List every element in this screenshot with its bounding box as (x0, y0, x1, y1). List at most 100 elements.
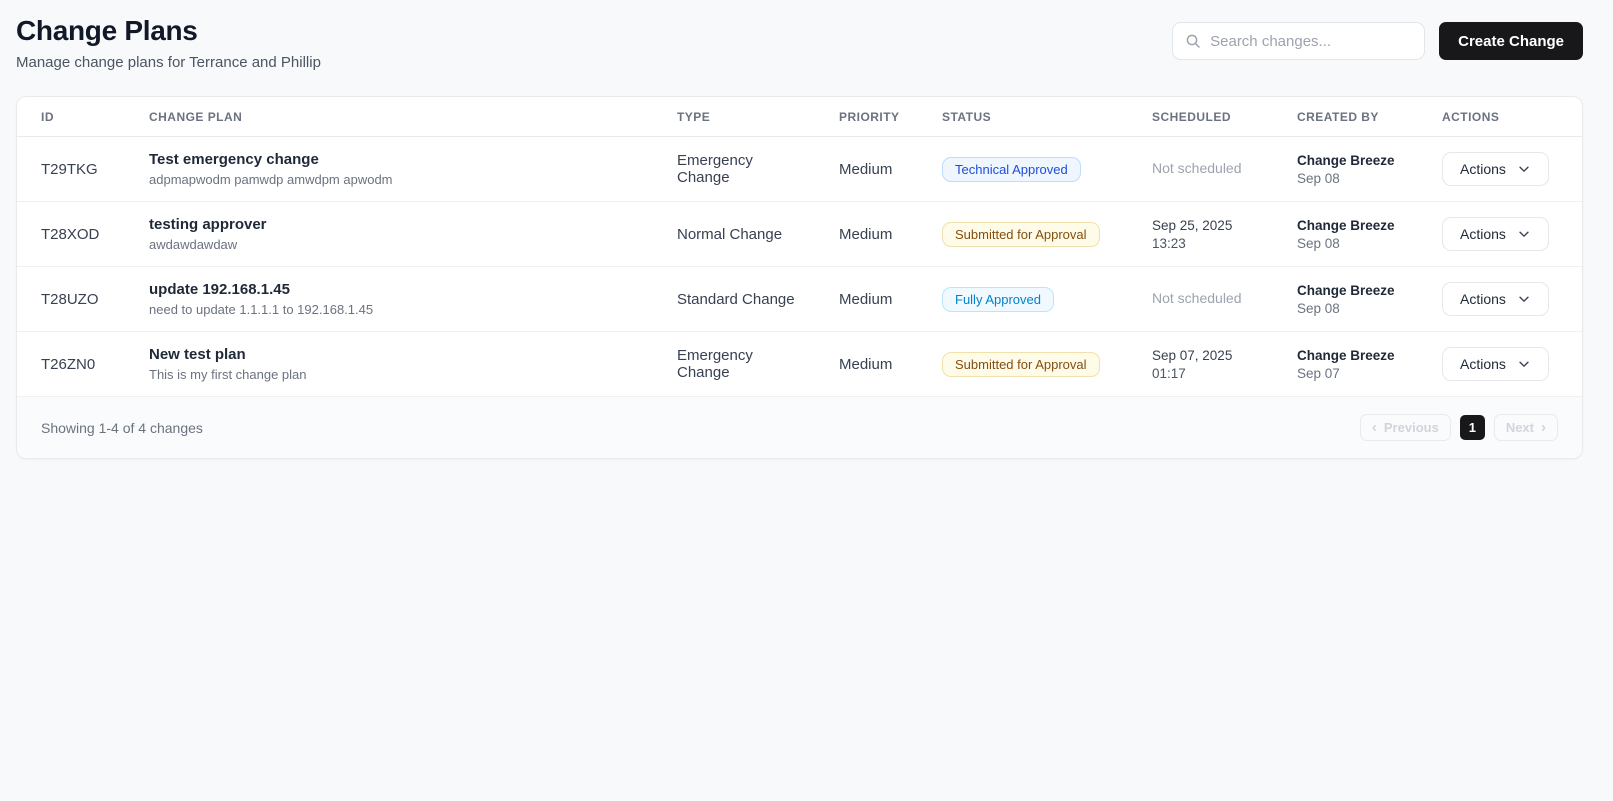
chevron-left-icon: ‹ (1371, 419, 1377, 436)
results-summary: Showing 1-4 of 4 changes (41, 419, 203, 436)
row-type: Normal Change (661, 201, 823, 267)
row-id: T29TKG (17, 136, 133, 202)
column-header-id: ID (17, 97, 133, 137)
actions-button[interactable]: Actions (1442, 347, 1549, 381)
status-badge: Fully Approved (942, 286, 1054, 312)
plan-description: adpmapwodm pamwdp amwdpm apwodm (149, 172, 393, 187)
created-date: Sep 08 (1297, 235, 1340, 251)
row-scheduled-cell: Not scheduled (1136, 136, 1281, 202)
create-change-button[interactable]: Create Change (1439, 22, 1583, 60)
chevron-down-icon (1517, 162, 1531, 176)
actions-button-label: Actions (1460, 161, 1506, 177)
scheduled-time: 01:17 (1152, 365, 1186, 381)
scheduled-time: 13:23 (1152, 235, 1186, 251)
created-by-name: Change Breeze (1297, 282, 1395, 298)
created-date: Sep 08 (1297, 300, 1340, 316)
actions-button[interactable]: Actions (1442, 217, 1549, 251)
page-subtitle: Manage change plans for Terrance and Phi… (16, 54, 321, 71)
row-type: Emergency Change (661, 136, 823, 202)
next-page-label: Next (1505, 420, 1534, 435)
plan-description: need to update 1.1.1.1 to 192.168.1.45 (149, 302, 374, 317)
row-status-cell: Technical Approved (926, 136, 1136, 202)
actions-button-label: Actions (1460, 291, 1506, 307)
actions-button-label: Actions (1460, 356, 1506, 372)
row-id: T26ZN0 (41, 355, 96, 373)
table-footer: Showing 1-4 of 4 changes ‹ Previous 1 Ne… (17, 396, 1582, 458)
search-box[interactable] (1172, 22, 1426, 60)
chevron-down-icon (1517, 357, 1531, 371)
table-row: T28XOD testing approver awdawdawdaw Norm… (17, 201, 1582, 267)
actions-button[interactable]: Actions (1442, 152, 1549, 186)
table-row: T28UZO update 192.168.1.45 need to updat… (17, 266, 1582, 332)
status-badge: Technical Approved (942, 156, 1081, 182)
row-plan-cell: update 192.168.1.45 need to update 1.1.1… (133, 266, 661, 332)
created-date: Sep 07 (1297, 365, 1340, 381)
created-date: Sep 08 (1297, 170, 1340, 186)
row-type: Standard Change (661, 266, 823, 332)
plan-description: This is my first change plan (149, 367, 307, 382)
row-created-cell: Change Breeze Sep 08 (1281, 266, 1426, 332)
row-id: T28UZO (17, 266, 133, 332)
chevron-right-icon: › (1541, 419, 1546, 436)
change-plans-table-card: ID CHANGE PLAN TYPE PRIORITY STATUS SCHE… (16, 96, 1583, 459)
actions-button[interactable]: Actions (1442, 282, 1549, 316)
actions-button-label: Actions (1460, 226, 1506, 242)
column-header-scheduled: SCHEDULED (1136, 97, 1281, 137)
created-by-name: Change Breeze (1297, 347, 1395, 363)
table-header: ID CHANGE PLAN TYPE PRIORITY STATUS SCHE… (17, 97, 1582, 137)
plan-title: Test emergency change (149, 151, 319, 168)
row-created-cell: Change Breeze Sep 08 (1281, 201, 1426, 267)
row-priority: Medium (823, 266, 926, 332)
column-header-status: STATUS (926, 97, 1136, 137)
page-header: Change Plans Manage change plans for Ter… (0, 0, 1613, 71)
scheduled-date: Sep 25, 2025 (1152, 217, 1233, 233)
row-type: Emergency Change (677, 347, 753, 381)
row-scheduled-cell: Sep 07, 2025 01:17 (1136, 332, 1281, 397)
row-priority: Medium (823, 136, 926, 202)
status-badge: Submitted for Approval (942, 351, 1100, 377)
title-block: Change Plans Manage change plans for Ter… (16, 15, 321, 71)
row-plan-cell: testing approver awdawdawdaw (133, 201, 661, 267)
toolbar: Create Change (1172, 22, 1583, 60)
chevron-down-icon (1517, 227, 1531, 241)
scheduled-date: Sep 07, 2025 (1152, 347, 1233, 363)
scheduled-date: Not scheduled (1152, 289, 1242, 306)
row-status-cell: Submitted for Approval (926, 201, 1136, 267)
row-actions-cell: Actions (1426, 201, 1582, 267)
previous-page-label: Previous (1383, 420, 1439, 435)
search-icon (1185, 33, 1201, 49)
plan-title: testing approver (149, 216, 267, 233)
current-page-button[interactable]: 1 (1459, 415, 1485, 440)
row-id: T28XOD (17, 201, 133, 267)
column-header-priority: PRIORITY (823, 97, 926, 137)
chevron-down-icon (1517, 292, 1531, 306)
change-plans-table: ID CHANGE PLAN TYPE PRIORITY STATUS SCHE… (17, 97, 1582, 397)
row-plan-cell: New test plan This is my first change pl… (133, 332, 661, 397)
row-status-cell: Submitted for Approval (926, 332, 1136, 397)
next-page-button[interactable]: Next › (1493, 414, 1558, 441)
row-scheduled-cell: Sep 25, 2025 13:23 (1136, 201, 1281, 267)
status-badge: Submitted for Approval (942, 221, 1100, 247)
table-row: T26ZN0 New test plan This is my first ch… (17, 332, 1582, 397)
plan-title: New test plan (149, 346, 246, 363)
row-actions-cell: Actions (1426, 332, 1582, 397)
plan-title: update 192.168.1.45 (149, 281, 290, 298)
row-actions-cell: Actions (1426, 266, 1582, 332)
row-actions-cell: Actions (1426, 136, 1582, 202)
column-header-type: TYPE (661, 97, 823, 137)
table-row: T29TKG Test emergency change adpmapwodm … (17, 136, 1582, 202)
row-priority: Medium (839, 355, 893, 373)
row-created-cell: Change Breeze Sep 07 (1281, 332, 1426, 397)
previous-page-button[interactable]: ‹ Previous (1359, 414, 1451, 441)
pagination: ‹ Previous 1 Next › (1359, 414, 1558, 441)
search-input[interactable] (1210, 32, 1413, 50)
page-title: Change Plans (16, 15, 198, 46)
scheduled-date: Not scheduled (1152, 159, 1242, 176)
column-header-change-plan: CHANGE PLAN (133, 97, 661, 137)
row-created-cell: Change Breeze Sep 08 (1281, 136, 1426, 202)
row-plan-cell: Test emergency change adpmapwodm pamwdp … (133, 136, 661, 202)
row-priority: Medium (823, 201, 926, 267)
plan-description: awdawdawdaw (149, 237, 238, 252)
column-header-created-by: CREATED BY (1281, 97, 1426, 137)
created-by-name: Change Breeze (1297, 152, 1395, 168)
